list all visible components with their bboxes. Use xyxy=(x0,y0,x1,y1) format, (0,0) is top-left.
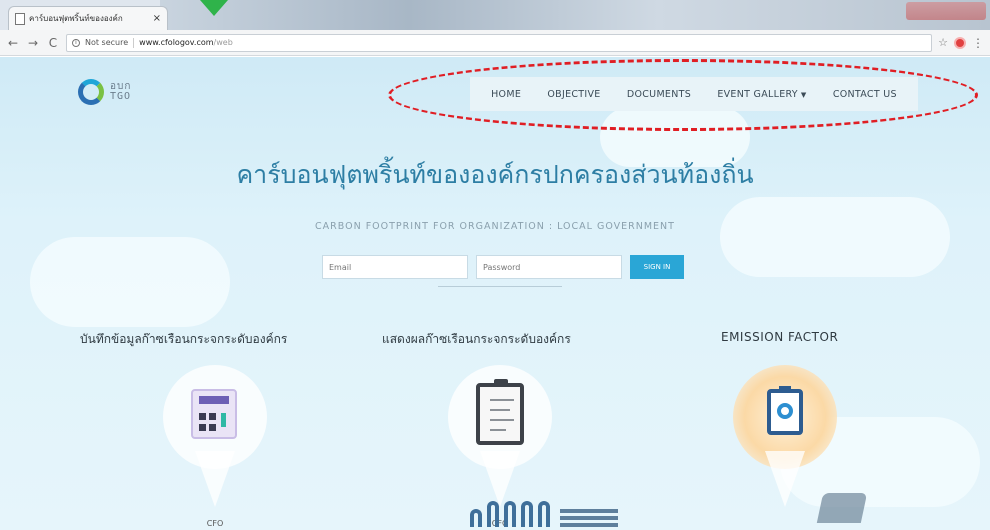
footer-illustration xyxy=(470,501,550,527)
tab-title: คาร์บอนฟุตพริ้นท์ขององค์ก xyxy=(29,14,123,23)
pin-tip xyxy=(195,451,235,507)
sign-in-button[interactable]: SIGN IN xyxy=(630,255,684,279)
browser-toolbar: ← → C i Not secure www.cfologov.com/web … xyxy=(0,30,990,56)
section-title-emission-factor[interactable]: EMISSION FACTOR xyxy=(721,330,838,344)
browser-tab-bar: คาร์บอนฟุตพริ้นท์ขององค์ก × xyxy=(0,0,990,30)
bookmark-star-icon[interactable]: ☆ xyxy=(938,36,948,49)
display-pin[interactable]: CFO xyxy=(448,365,552,528)
extension-icon[interactable] xyxy=(954,36,966,49)
record-pin[interactable]: CFO xyxy=(163,365,267,528)
pin-caption: CFO xyxy=(206,519,224,528)
menu-icon[interactable]: ⋮ xyxy=(972,36,984,50)
password-field[interactable] xyxy=(476,255,622,279)
report-icon xyxy=(767,386,803,435)
calculator-icon xyxy=(191,389,237,439)
page-title: คาร์บอนฟุตพริ้นท์ขององค์กรปกครองส่วนท้อง… xyxy=(236,160,754,189)
tab-bar-background xyxy=(160,0,990,30)
address-bar[interactable]: i Not secure www.cfologov.com/web xyxy=(66,33,933,52)
divider xyxy=(438,286,562,287)
info-icon[interactable]: i xyxy=(72,38,80,47)
pin-tip xyxy=(480,451,520,507)
footer-stripes xyxy=(560,509,618,530)
webpage: อบก TGO HOME OBJECTIVE DOCUMENTS EVENT G… xyxy=(0,57,990,530)
security-label: Not secure xyxy=(85,38,129,47)
page-subtitle: CARBON FOOTPRINT FOR ORGANIZATION : LOCA… xyxy=(315,221,675,232)
cloud-decoration xyxy=(720,197,950,277)
email-field[interactable] xyxy=(322,255,468,279)
url-path: /web xyxy=(213,38,233,47)
section-title-display[interactable]: แสดงผลก๊าซเรือนกระจกระดับองค์กร xyxy=(382,330,571,349)
clipboard-icon xyxy=(476,379,524,445)
footer-decoration xyxy=(816,493,868,523)
url-host: www.cfologov.com xyxy=(139,38,214,47)
green-arrow-marker xyxy=(200,0,228,16)
reload-icon[interactable]: C xyxy=(46,36,60,50)
omnibox-separator xyxy=(133,37,135,48)
login-form: SIGN IN xyxy=(322,255,684,279)
back-icon[interactable]: ← xyxy=(6,36,20,50)
forward-icon[interactable]: → xyxy=(26,36,40,50)
pin-tip xyxy=(765,451,805,507)
browser-tab[interactable]: คาร์บอนฟุตพริ้นท์ขององค์ก × xyxy=(8,6,168,30)
logo-line-2: TGO xyxy=(110,91,132,102)
window-controls[interactable] xyxy=(906,2,986,20)
tab-close-icon[interactable]: × xyxy=(153,13,161,24)
site-logo[interactable]: อบก TGO xyxy=(78,79,131,105)
tgo-logo-icon xyxy=(78,79,104,105)
annotation-highlight xyxy=(388,59,978,131)
cloud-decoration xyxy=(30,237,230,327)
emission-factor-pin[interactable] xyxy=(733,365,837,515)
page-icon xyxy=(15,12,25,25)
section-title-record[interactable]: บันทึกข้อมูลก๊าซเรือนกระจกระดับองค์กร xyxy=(80,330,287,349)
